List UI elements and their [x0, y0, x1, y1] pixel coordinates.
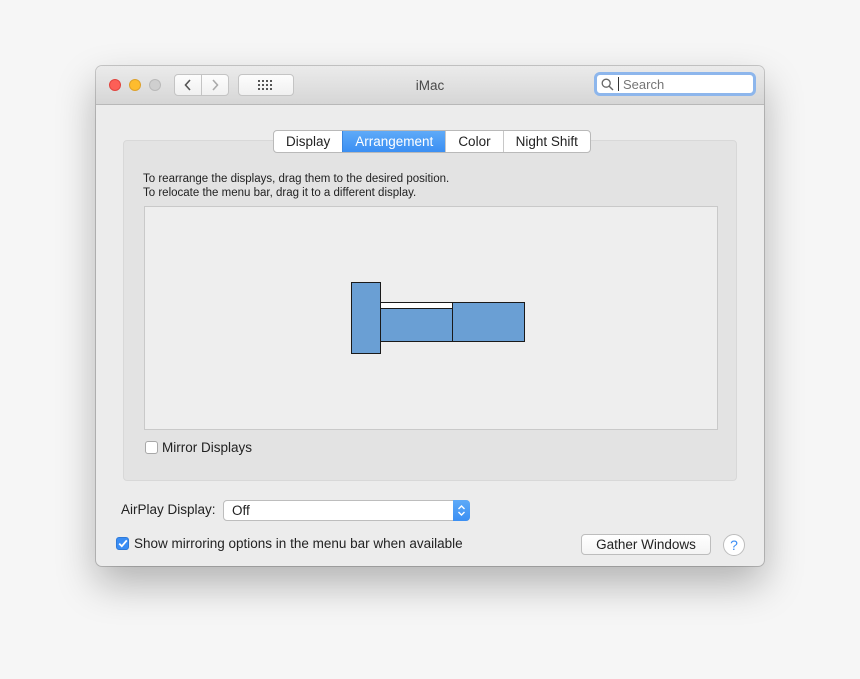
search-input[interactable] — [619, 76, 743, 92]
help-button[interactable]: ? — [723, 534, 745, 556]
system-preferences-window: iMac Display Arrangement Color Night Shi… — [96, 66, 764, 566]
instruction-line-2: To relocate the menu bar, drag it to a d… — [143, 187, 417, 199]
airplay-display-select[interactable]: Off — [223, 500, 470, 521]
display-left-portrait[interactable] — [351, 282, 381, 354]
airplay-display-value: Off — [232, 503, 250, 518]
tab-arrangement[interactable]: Arrangement — [342, 131, 446, 152]
airplay-display-label: AirPlay Display: — [121, 502, 216, 517]
title-bar: iMac — [96, 66, 764, 105]
tab-bar: Display Arrangement Color Night Shift — [273, 130, 591, 153]
search-field[interactable] — [594, 72, 756, 96]
popup-arrows-icon — [453, 500, 470, 521]
checkmark-icon — [118, 539, 127, 548]
instruction-line-1: To rearrange the displays, drag them to … — [143, 173, 450, 185]
display-arrangement-area — [144, 206, 718, 430]
search-icon — [601, 78, 614, 90]
tab-night-shift[interactable]: Night Shift — [502, 131, 590, 152]
gather-windows-button[interactable]: Gather Windows — [581, 534, 711, 555]
show-mirroring-label[interactable]: Show mirroring options in the menu bar w… — [134, 536, 463, 551]
tab-display[interactable]: Display — [274, 131, 342, 152]
tab-color[interactable]: Color — [445, 131, 502, 152]
mirror-displays-checkbox[interactable] — [145, 441, 158, 454]
mirror-displays-label[interactable]: Mirror Displays — [162, 440, 252, 455]
display-right[interactable] — [452, 302, 525, 342]
display-main-imac[interactable] — [380, 302, 453, 342]
show-mirroring-checkbox[interactable] — [116, 537, 129, 550]
arrangement-instructions: To rearrange the displays, drag them to … — [143, 172, 449, 200]
menu-bar-indicator[interactable] — [381, 303, 452, 309]
